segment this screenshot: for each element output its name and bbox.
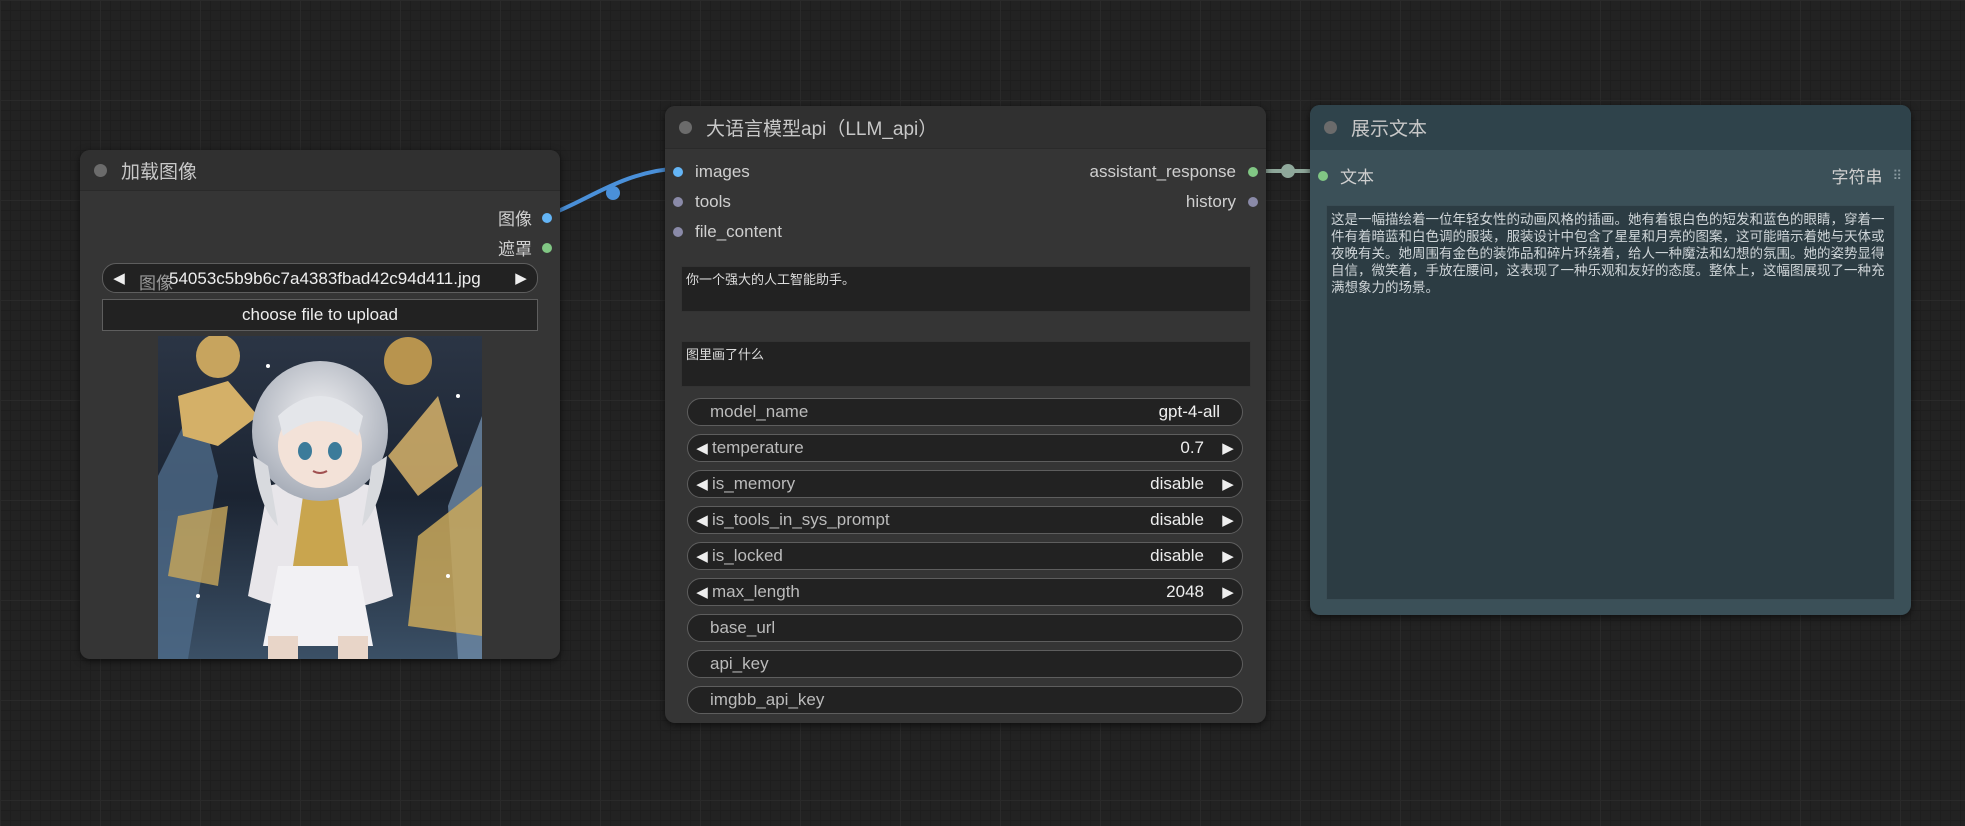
text-link-midpoint[interactable] [1281,164,1295,178]
is-tools-label: is_tools_in_sys_prompt [712,510,890,529]
output-assistant-response-dot-icon[interactable] [1248,167,1258,177]
is-tools-increment-icon[interactable]: ▶ [1218,511,1238,529]
input-images-label: images [695,162,750,181]
llm-api-node[interactable]: 大语言模型api（LLM_api） images tools file_cont… [665,106,1266,723]
is-tools-value: disable [1150,510,1204,529]
display-textarea[interactable]: 这是一幅描绘着一位年轻女性的动画风格的插画。她有着银白色的短发和蓝色的眼睛，穿着… [1326,205,1895,600]
max-length-decrement-icon[interactable]: ◀ [692,583,712,601]
input-tools[interactable]: tools [673,192,731,212]
output-assistant-response[interactable]: assistant_response [1090,162,1258,182]
is-memory-increment-icon[interactable]: ▶ [1218,475,1238,493]
is-memory-value: disable [1150,474,1204,493]
base-url-widget[interactable]: base_url [687,614,1243,642]
image-filename: 54053c5b9b6c7a4383fbad42c94d411.jpg [169,269,481,288]
temperature-decrement-icon[interactable]: ◀ [692,439,712,457]
input-tools-dot-icon[interactable] [673,197,683,207]
show-text-node-header[interactable]: 展示文本 [1310,105,1911,150]
imgbb-api-key-widget[interactable]: imgbb_api_key [687,686,1243,714]
node-title: 加载图像 [121,161,198,183]
max-length-label: max_length [712,582,800,601]
output-mask-dot-icon[interactable] [542,242,552,253]
node-title: 展示文本 [1351,119,1428,140]
image-widget-label: 图像 [139,274,173,293]
is-tools-decrement-icon[interactable]: ◀ [692,511,712,529]
input-type-label: 字符串 [1831,168,1883,187]
temperature-increment-icon[interactable]: ▶ [1218,439,1238,457]
image-link-midpoint[interactable] [606,186,620,200]
temperature-label: temperature [712,438,804,457]
next-arrow-icon[interactable]: ▶ [511,269,531,287]
output-mask[interactable]: 遮罩 [498,235,552,260]
input-images[interactable]: images [673,162,750,182]
input-tools-label: tools [695,192,731,211]
is-locked-decrement-icon[interactable]: ◀ [692,547,712,565]
base-url-label: base_url [710,618,776,637]
input-text-dot-icon[interactable] [1318,170,1328,181]
output-history[interactable]: history [1186,192,1258,212]
image-link[interactable] [545,166,681,218]
image-preview [158,336,482,659]
model-name-value: gpt-4-all [1158,402,1220,421]
is-tools-in-sys-prompt-widget[interactable]: ◀ is_tools_in_sys_prompt disable ▶ [687,506,1243,534]
input-type: 字符串 ⠿ [1831,163,1901,188]
llm-node-header[interactable]: 大语言模型api（LLM_api） [665,106,1266,149]
input-text[interactable]: 文本 [1318,163,1374,188]
temperature-widget[interactable]: ◀ temperature 0.7 ▶ [687,434,1243,462]
temperature-value: 0.7 [1180,438,1204,457]
model-name-label: model_name [710,402,809,421]
system-prompt-textarea[interactable]: 你一个强大的人工智能助手。 [681,266,1251,312]
upload-button[interactable]: choose file to upload [102,299,538,331]
grip-icon[interactable]: ⠿ [1892,168,1901,184]
input-file-content[interactable]: file_content [673,222,782,242]
input-file-content-label: file_content [695,222,782,241]
is-memory-decrement-icon[interactable]: ◀ [692,475,712,493]
output-history-label: history [1185,192,1236,211]
output-assistant-response-label: assistant_response [1089,162,1236,181]
show-text-node[interactable]: 展示文本 文本 字符串 ⠿ 这是一幅描绘着一位年轻女性的动画风格的插画。她有着银… [1310,105,1911,615]
collapse-dot-icon[interactable] [679,120,692,134]
is-locked-increment-icon[interactable]: ▶ [1218,547,1238,565]
collapse-dot-icon[interactable] [1324,121,1337,134]
input-images-dot-icon[interactable] [673,167,683,177]
node-title: 大语言模型api（LLM_api） [706,118,938,140]
collapse-dot-icon[interactable] [94,163,107,177]
is-memory-label: is_memory [712,474,796,493]
image-select-widget[interactable]: ◀ 图像 54053c5b9b6c7a4383fbad42c94d411.jpg… [102,263,538,293]
user-prompt-textarea[interactable]: 图里画了什么 [681,341,1251,387]
is-locked-label: is_locked [712,546,783,565]
imgbb-api-key-label: imgbb_api_key [710,690,825,709]
output-image[interactable]: 图像 [498,205,552,230]
output-image-dot-icon[interactable] [542,212,552,223]
model-name-widget[interactable]: model_name gpt-4-all [687,398,1243,426]
input-file-content-dot-icon[interactable] [673,227,683,237]
api-key-label: api_key [710,654,769,673]
is-locked-widget[interactable]: ◀ is_locked disable ▶ [687,542,1243,570]
load-image-node-header[interactable]: 加载图像 [80,150,560,191]
output-image-label: 图像 [498,210,532,229]
input-text-label: 文本 [1340,168,1374,187]
prev-arrow-icon[interactable]: ◀ [109,269,129,287]
output-history-dot-icon[interactable] [1248,197,1258,207]
is-memory-widget[interactable]: ◀ is_memory disable ▶ [687,470,1243,498]
max-length-increment-icon[interactable]: ▶ [1218,583,1238,601]
output-mask-label: 遮罩 [498,240,532,259]
api-key-widget[interactable]: api_key [687,650,1243,678]
max-length-value: 2048 [1166,582,1204,601]
is-locked-value: disable [1150,546,1204,565]
load-image-node[interactable]: 加载图像 图像 遮罩 ◀ 图像 54053c5b9b6c7a4383fbad42… [80,150,560,659]
max-length-widget[interactable]: ◀ max_length 2048 ▶ [687,578,1243,606]
